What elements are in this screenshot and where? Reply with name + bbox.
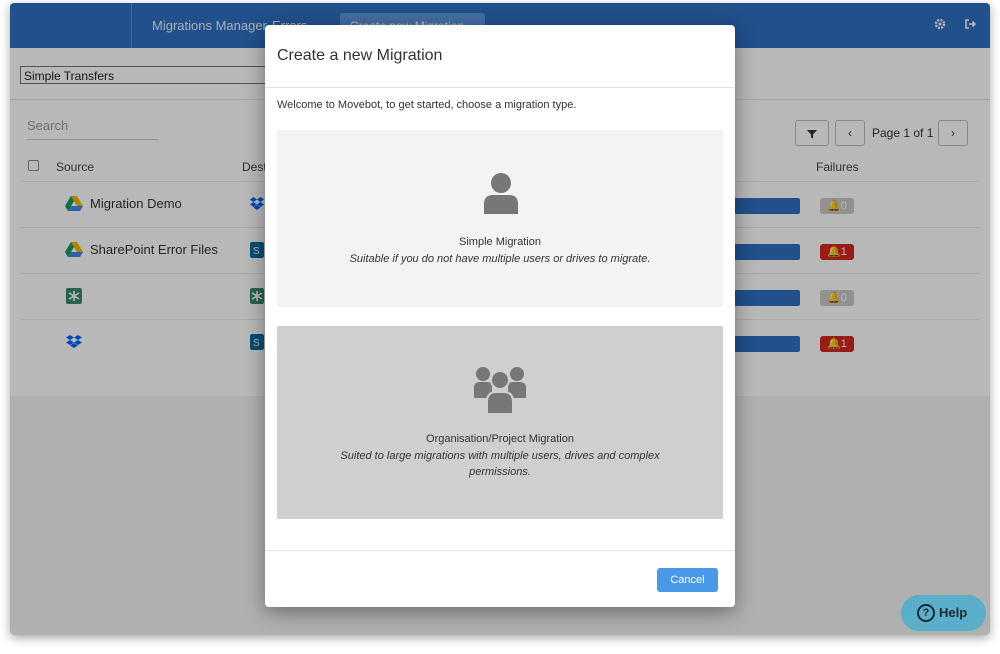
simple-migration-option[interactable]: Simple Migration Suitable if you do not … [277,130,723,307]
question-icon: ? [917,604,935,622]
create-migration-modal: Create a new Migration Welcome to Movebo… [265,25,735,607]
modal-title: Create a new Migration [277,47,443,64]
modal-header-divider [265,87,735,88]
welcome-text: Welcome to Movebot, to get started, choo… [277,99,577,111]
option-description: Suitable if you do not have multiple use… [349,253,651,265]
option-title: Organisation/Project Migration [426,433,574,445]
option-description: Suited to large migrations with multiple… [340,450,660,478]
cancel-button[interactable]: Cancel [657,568,718,592]
option-title: Simple Migration [459,236,541,248]
user-icon [484,173,518,214]
organisation-migration-option[interactable]: Organisation/Project Migration Suited to… [277,326,723,519]
users-group-icon [474,367,526,414]
modal-footer-divider [265,550,735,551]
help-button[interactable]: ? Help [901,595,986,631]
help-label: Help [939,605,968,620]
